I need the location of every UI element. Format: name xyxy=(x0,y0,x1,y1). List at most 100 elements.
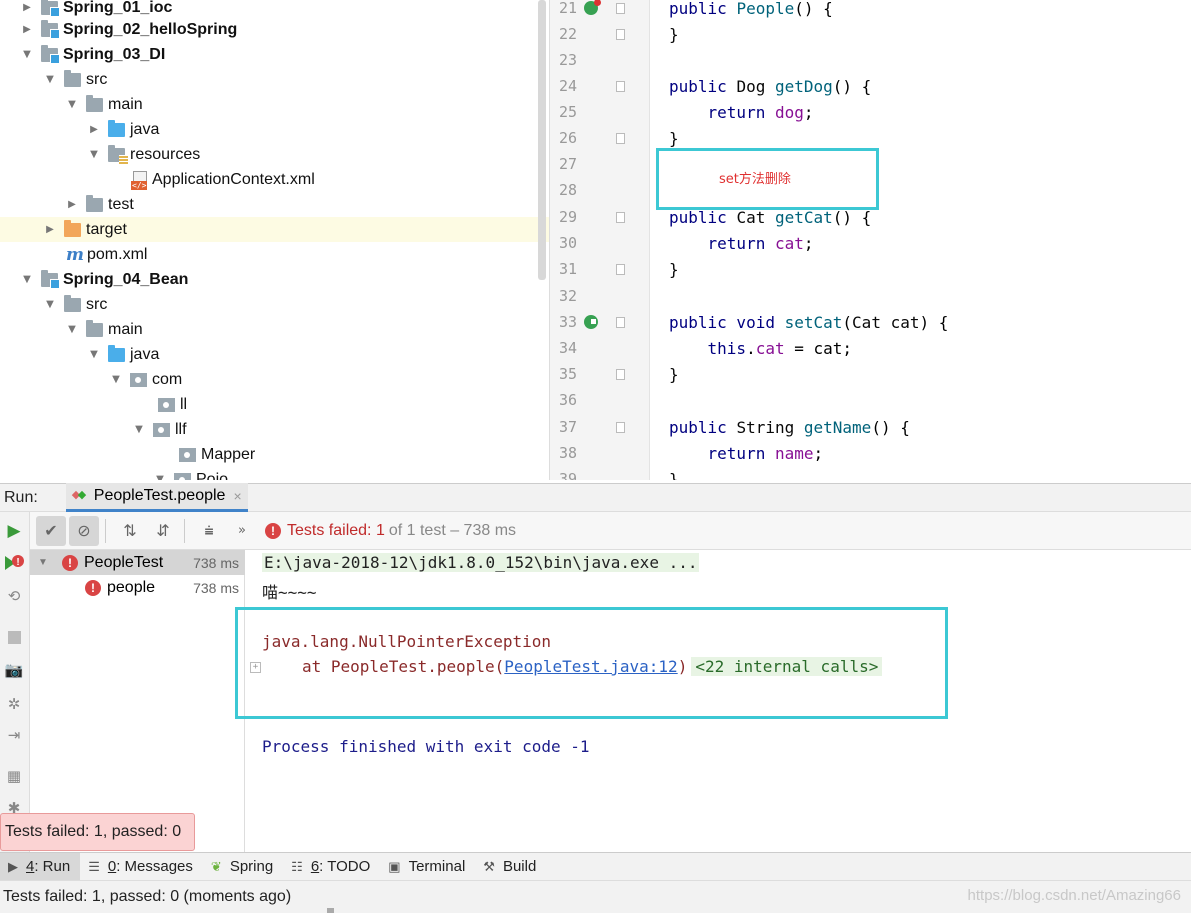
stop-icon[interactable] xyxy=(3,626,25,648)
collapse-arrow-icon[interactable]: ▼ xyxy=(88,349,100,360)
internal-calls-fold[interactable]: <22 internal calls> xyxy=(691,657,883,676)
tree-item-main[interactable]: ▼ main xyxy=(0,317,549,342)
line-number: 24 xyxy=(558,77,577,95)
implement-icon[interactable] xyxy=(584,315,598,329)
code-line[interactable]: 25 return dog; xyxy=(550,99,1191,125)
toolbar-separator xyxy=(105,518,106,543)
tree-item-java[interactable]: ▼ java xyxy=(0,342,549,367)
sort-by-duration-icon[interactable]: ⇵ xyxy=(148,516,178,546)
folder-icon xyxy=(86,319,103,337)
collapse-arrow-icon[interactable]: ▼ xyxy=(66,324,78,335)
tab-peopletest-people[interactable]: PeopleTest.people × xyxy=(65,483,248,512)
camera-icon[interactable]: 📷 xyxy=(3,659,25,681)
test-suite-peopletest[interactable]: ▼ ! PeopleTest 738 ms xyxy=(30,550,245,575)
expand-stack-icon[interactable]: + xyxy=(250,662,261,673)
tree-item-test[interactable]: ▶ test xyxy=(0,192,549,217)
collapse-arrow-icon[interactable]: ▼ xyxy=(154,474,166,480)
run-side-toolbar: ▶ ! ⟲ 📷 ✲ ⇥ ▦ ✱ xyxy=(0,512,30,852)
console-command-line[interactable]: E:\java-2018-12\jdk1.8.0_152\bin\java.ex… xyxy=(262,553,700,572)
code-line[interactable]: 33 public void setCat(Cat cat) { xyxy=(550,309,1191,335)
fold-marker-icon[interactable] xyxy=(616,80,625,92)
collapse-arrow-icon[interactable]: ▼ xyxy=(21,274,33,285)
tree-item-pojo[interactable]: ▼ Pojo xyxy=(0,467,549,480)
tree-item-resources[interactable]: ▼ resources xyxy=(0,142,549,167)
tab-messages[interactable]: ☰ 0: Messages xyxy=(80,853,203,881)
tab-terminal[interactable]: ▣ Terminal xyxy=(380,853,475,881)
tab-spring[interactable]: ❦ Spring xyxy=(203,853,283,881)
fold-marker-icon[interactable] xyxy=(616,211,625,223)
code-line[interactable]: 24 public Dog getDog() { xyxy=(550,73,1191,99)
fold-marker-icon[interactable] xyxy=(616,28,625,40)
code-line[interactable]: 30 return cat; xyxy=(550,230,1191,256)
code-line[interactable]: 37 public String getName() { xyxy=(550,414,1191,440)
more-actions-icon[interactable]: » xyxy=(227,516,257,546)
code-line[interactable]: 38 return name; xyxy=(550,440,1191,466)
show-ignored-icon[interactable]: ⊘ xyxy=(69,515,99,546)
tree-item-spring-03-di[interactable]: ▼ Spring_03_DI xyxy=(0,42,549,67)
sort-alphabetically-icon[interactable]: ⇅ xyxy=(115,516,145,546)
tree-item-mapper[interactable]: Mapper xyxy=(0,442,549,467)
code-line[interactable]: 21 public People() { xyxy=(550,0,1191,21)
collapse-arrow-icon[interactable]: ▼ xyxy=(44,299,56,310)
watermark: https://blog.csdn.net/Amazing66 xyxy=(967,887,1181,904)
rerun-failed-tests-icon[interactable]: ! xyxy=(3,552,25,574)
tree-item-src[interactable]: ▼ src xyxy=(0,292,549,317)
fold-marker-icon[interactable] xyxy=(616,421,625,433)
code-line[interactable]: 22 } xyxy=(550,21,1191,47)
code-line[interactable]: 31 } xyxy=(550,256,1191,282)
fold-marker-icon[interactable] xyxy=(616,368,625,380)
tree-item-src[interactable]: ▼ src xyxy=(0,67,549,92)
fold-marker-icon[interactable] xyxy=(616,2,625,14)
tree-item-spring-02-hellospring[interactable]: ▶ Spring_02_helloSpring xyxy=(0,17,549,42)
tree-item-applicationcontext-xml[interactable]: ApplicationContext.xml xyxy=(0,167,549,192)
code-line[interactable]: 23 xyxy=(550,47,1191,73)
code-line[interactable]: 35 } xyxy=(550,361,1191,387)
code-editor[interactable]: 21 public People() { 22 } 23 24 public D… xyxy=(549,0,1191,480)
collapse-arrow-icon[interactable]: ▼ xyxy=(44,74,56,85)
line-number: 31 xyxy=(558,260,577,278)
close-icon[interactable]: × xyxy=(233,488,241,504)
source-link[interactable]: PeopleTest.java:12 xyxy=(504,657,677,676)
fold-marker-icon[interactable] xyxy=(616,263,625,275)
expand-all-icon[interactable]: ⩧ xyxy=(194,516,224,546)
rerun-icon[interactable]: ▶ xyxy=(3,520,25,542)
console-output[interactable]: E:\java-2018-12\jdk1.8.0_152\bin\java.ex… xyxy=(235,550,1191,852)
collapse-arrow-icon[interactable]: ▼ xyxy=(66,99,78,110)
code-line[interactable]: 36 xyxy=(550,387,1191,413)
tree-item-llf[interactable]: ▼ llf xyxy=(0,417,549,442)
import-tests-icon[interactable]: ⇥ xyxy=(3,724,25,746)
expand-arrow-icon[interactable]: ▶ xyxy=(66,199,78,210)
code-line[interactable]: 32 xyxy=(550,283,1191,309)
code-line[interactable]: 39 } xyxy=(550,466,1191,481)
expand-arrow-icon[interactable]: ▶ xyxy=(44,224,56,235)
tree-item-pom-xml[interactable]: m pom.xml xyxy=(0,242,549,267)
code-line[interactable]: 34 this.cat = cat; xyxy=(550,335,1191,361)
tree-item-main[interactable]: ▼ main xyxy=(0,92,549,117)
tree-item-java[interactable]: ▶ java xyxy=(0,117,549,142)
fold-marker-icon[interactable] xyxy=(616,132,625,144)
tree-scrollbar[interactable] xyxy=(538,0,546,280)
collapse-arrow-icon[interactable]: ▼ xyxy=(110,374,122,385)
terminal-icon: ▣ xyxy=(388,858,401,874)
override-icon[interactable] xyxy=(584,0,601,15)
tree-item-ll[interactable]: ll xyxy=(0,392,549,417)
fold-marker-icon[interactable] xyxy=(616,316,625,328)
expand-arrow-icon[interactable]: ▶ xyxy=(21,2,33,13)
collapse-arrow-icon[interactable]: ▼ xyxy=(133,424,145,435)
expand-arrow-icon[interactable]: ▶ xyxy=(21,24,33,35)
tree-item-com[interactable]: ▼ com xyxy=(0,367,549,392)
debug-icon[interactable]: ✲ xyxy=(3,693,25,715)
collapse-arrow-icon[interactable]: ▼ xyxy=(38,557,50,568)
collapse-arrow-icon[interactable]: ▼ xyxy=(88,149,100,160)
toggle-auto-test-icon[interactable]: ⟲ xyxy=(3,585,25,607)
tree-item-spring-04-bean[interactable]: ▼ Spring_04_Bean xyxy=(0,267,549,292)
collapse-arrow-icon[interactable]: ▼ xyxy=(21,49,33,60)
show-passed-icon[interactable]: ✔ xyxy=(36,515,66,546)
expand-arrow-icon[interactable]: ▶ xyxy=(88,124,100,135)
layout-icon[interactable]: ▦ xyxy=(3,765,25,787)
tab-build[interactable]: ⚒ Build xyxy=(475,853,546,881)
test-case-people[interactable]: ! people 738 ms xyxy=(30,575,245,600)
tab-todo[interactable]: ☷ 6: TODO xyxy=(283,853,380,881)
tree-item-target[interactable]: ▶ target xyxy=(0,217,549,242)
tab-run[interactable]: ▶ 4: Run xyxy=(0,852,81,881)
